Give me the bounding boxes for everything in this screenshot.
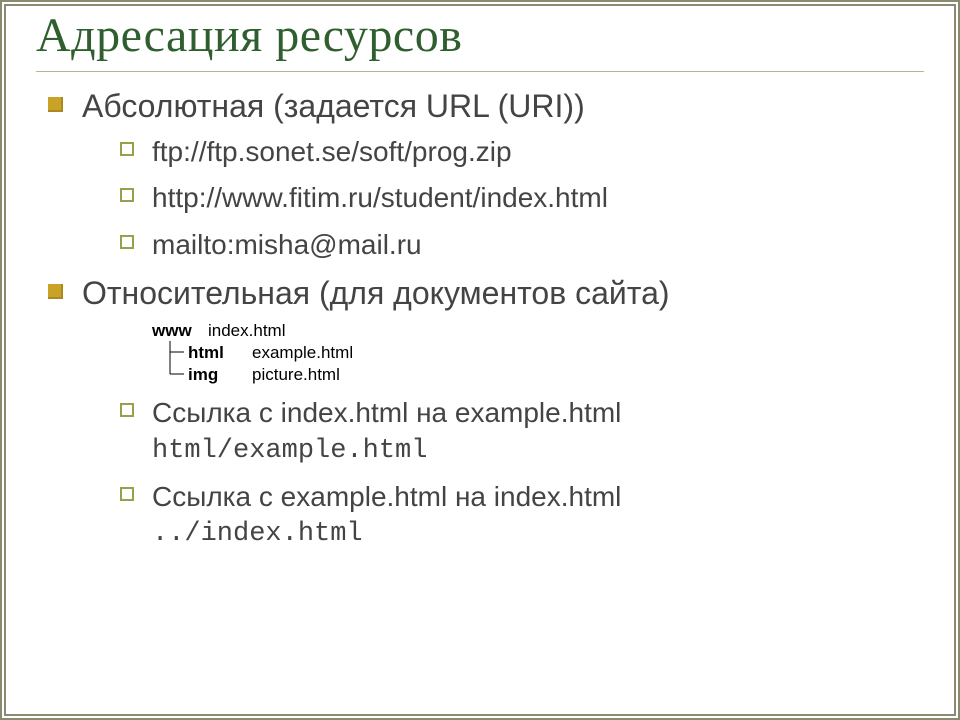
slide-title: Адресация ресурсов	[36, 8, 954, 63]
bullet-list: Абсолютная (задается URL (URI)) ftp://ft…	[48, 86, 954, 552]
tree-file-1: picture.html	[252, 364, 340, 385]
absolute-heading-text: Абсолютная (задается URL (URI))	[82, 88, 585, 124]
tree-root-file: index.html	[208, 320, 285, 341]
tree-folder-1: img	[188, 364, 238, 385]
absolute-item-1: http://www.fitim.ru/student/index.html	[120, 180, 954, 216]
tree-connector-last-icon	[152, 363, 188, 385]
relative-link-0-text: Ссылка с index.html на example.html	[152, 397, 621, 428]
slide: Адресация ресурсов Абсолютная (задается …	[0, 0, 960, 720]
relative-link-0-path: html/example.html	[152, 434, 954, 469]
file-tree: www index.html html example.html	[152, 319, 954, 385]
absolute-item-2: mailto:misha@mail.ru	[120, 227, 954, 263]
relative-link-1: Ссылка с example.html на index.html ../i…	[120, 479, 954, 552]
relative-link-1-text: Ссылка с example.html на index.html	[152, 481, 621, 512]
tree-row-root: www index.html	[152, 319, 954, 341]
relative-heading-text: Относительная (для документов сайта)	[82, 275, 670, 311]
absolute-heading: Абсолютная (задается URL (URI)) ftp://ft…	[48, 86, 954, 263]
tree-folder-0: html	[188, 342, 238, 363]
tree-root-folder: www	[152, 320, 202, 341]
absolute-items: ftp://ftp.sonet.se/soft/prog.zip http://…	[120, 134, 954, 263]
relative-link-1-path: ../index.html	[152, 517, 954, 552]
tree-connector-icon	[152, 341, 188, 363]
relative-link-0: Ссылка с index.html на example.html html…	[120, 395, 954, 468]
relative-heading: Относительная (для документов сайта) www…	[48, 273, 954, 552]
relative-links: Ссылка с index.html на example.html html…	[120, 395, 954, 552]
title-divider	[36, 71, 924, 72]
tree-row-1: img picture.html	[152, 363, 954, 385]
tree-file-0: example.html	[252, 342, 353, 363]
tree-row-0: html example.html	[152, 341, 954, 363]
absolute-item-0: ftp://ftp.sonet.se/soft/prog.zip	[120, 134, 954, 170]
